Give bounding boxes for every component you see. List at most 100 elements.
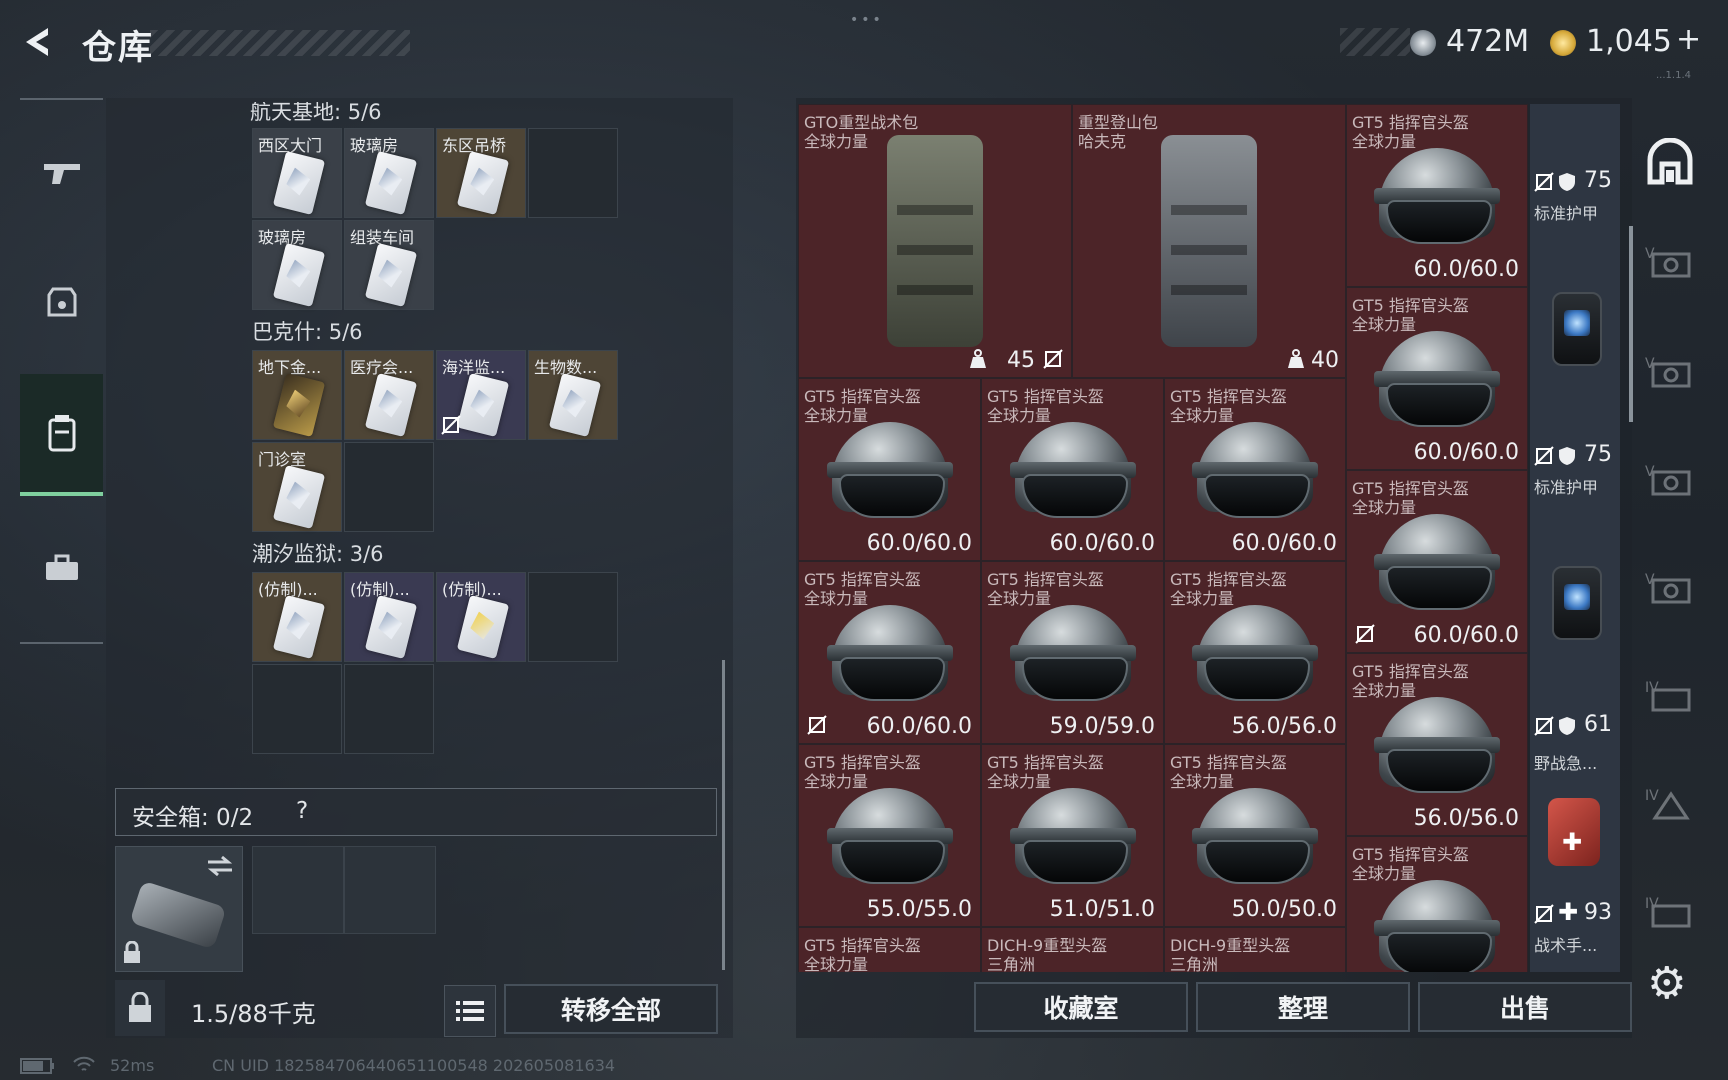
page-title: 仓库	[82, 28, 154, 68]
keycard-slot[interactable]: 地下金...	[252, 350, 342, 440]
transfer-all-button[interactable]: 转移全部	[504, 984, 718, 1034]
helmet-item[interactable]: GT5 指挥官头盔 全球力量 50.0/50.0	[1164, 744, 1346, 927]
list-view-button[interactable]	[444, 985, 496, 1037]
sort-button[interactable]: 整理	[1196, 982, 1410, 1032]
container-scrollbar[interactable]	[1629, 226, 1633, 422]
keycard-slot[interactable]: 东区吊桥	[436, 128, 526, 218]
empty-slot[interactable]	[344, 664, 434, 754]
svg-text:IV: IV	[1645, 788, 1659, 804]
helmet-item[interactable]: GT5 指挥官头盔 全球力量 60.0/60.0	[798, 561, 981, 744]
section-label-tidal-prison: 潮汐监狱: 3/6	[252, 542, 384, 566]
keycard-slot[interactable]: (仿制)...	[344, 572, 434, 662]
keycard-slot[interactable]: 门诊室	[252, 442, 342, 532]
tab-stash-5-icon[interactable]: V	[1645, 242, 1695, 292]
empty-slot[interactable]	[528, 128, 618, 218]
tab-stash-5d-icon[interactable]: V	[1645, 568, 1695, 618]
weight-icon	[970, 349, 986, 368]
helmet-item[interactable]: GT5 指挥官头盔 全球力量 59.0/59.0	[981, 561, 1164, 744]
armor-item[interactable]: 75 标准护甲	[1530, 104, 1620, 286]
tab-stash-4c-icon[interactable]: IV	[1645, 892, 1695, 942]
weight-lock-button[interactable]	[115, 980, 165, 1036]
safe-slot[interactable]	[344, 846, 436, 934]
menu-dots[interactable]: •••	[850, 12, 884, 28]
helmet-item[interactable]: GT5 指挥官头盔 全球力量 51.0/51.0	[981, 744, 1164, 927]
backpack-item[interactable]: 重型登山包 哈夫克 40	[1072, 104, 1346, 378]
coin-gold-icon	[1550, 30, 1576, 56]
helmet-item[interactable]: GT5 指挥官头盔 全球力量 60.0/60.0	[981, 378, 1164, 561]
helmet-icon	[1374, 879, 1500, 972]
collection-room-button[interactable]: 收藏室	[974, 982, 1188, 1032]
shield-icon	[1559, 717, 1575, 735]
helmet-item[interactable]: GT5 指挥官头盔 全球力量 60.0/60.0	[1346, 470, 1528, 653]
helmet-item[interactable]: DICH-9重型头盔 三角洲	[1164, 927, 1346, 972]
helmet-item[interactable]: GT5 指挥官头盔 全球力量 60.0/60.0	[798, 378, 981, 561]
add-currency-button[interactable]: +	[1676, 22, 1701, 57]
keycard-slot[interactable]: 生物数...	[528, 350, 618, 440]
lock-icon	[129, 992, 151, 1022]
keycard-slot[interactable]: (仿制)...	[252, 572, 342, 662]
nav-case[interactable]	[20, 508, 103, 628]
helmet-icon	[1374, 513, 1500, 624]
armor-item[interactable]: 标准护甲	[1530, 468, 1620, 650]
list-icon	[456, 1001, 484, 1021]
helmet-item[interactable]: GT5 指挥官头盔 全球力量 56.0/56.0	[1164, 561, 1346, 744]
tab-stash-4b-icon[interactable]: IV	[1645, 784, 1695, 834]
tab-stash-4-icon[interactable]: IV	[1645, 676, 1695, 726]
helmet-item[interactable]: DICH-9重型头盔 三角洲	[981, 927, 1164, 972]
coin-silver-icon	[1410, 30, 1436, 56]
keycard-slot[interactable]: (仿制)...	[436, 572, 526, 662]
medkit-item[interactable]: ✚ 93 战术手...	[1530, 790, 1620, 972]
safe-case-icon	[129, 880, 227, 950]
sell-button[interactable]: 出售	[1418, 982, 1632, 1032]
helmet-item[interactable]: GT5 指挥官头盔 全球力量	[798, 927, 981, 972]
helmet-item[interactable]: GT5 指挥官头盔 全球力量	[1346, 836, 1528, 972]
helmet-icon	[1192, 787, 1318, 898]
helmet-icon	[1374, 147, 1500, 258]
helmet-item[interactable]: GT5 指挥官头盔 全球力量 60.0/60.0	[1346, 287, 1528, 470]
heal-icon: ✚	[1558, 898, 1579, 926]
safe-case-slot[interactable]	[115, 846, 243, 972]
helmet-item[interactable]: GT5 指挥官头盔 全球力量 60.0/60.0	[1346, 104, 1528, 287]
tab-stash-5b-icon[interactable]: V	[1645, 352, 1695, 402]
no-trade-icon	[1534, 904, 1554, 924]
help-icon[interactable]: ?	[296, 798, 308, 824]
helmet-icon	[1009, 421, 1136, 532]
nav-weapons[interactable]	[20, 112, 103, 232]
tab-stash-5c-icon[interactable]: V	[1645, 460, 1695, 510]
empty-slot[interactable]	[528, 572, 618, 662]
warehouse-tab-icon[interactable]	[1646, 138, 1694, 186]
empty-slot[interactable]	[252, 664, 342, 754]
back-arrow-icon[interactable]	[18, 22, 58, 62]
nav-equipment[interactable]	[20, 242, 103, 362]
settings-gear-icon[interactable]: ⚙	[1647, 962, 1691, 1006]
status-bar: 52ms CN UID 1825847064406511005​48 20260…	[0, 1048, 1728, 1080]
ping-text: 52ms	[110, 1056, 155, 1075]
armor-item[interactable]: 75	[1530, 286, 1620, 468]
swap-icon[interactable]	[206, 855, 234, 877]
helmet-icon	[1192, 421, 1318, 532]
backpack-item[interactable]: GTO重型战术包 全球力量 45	[798, 104, 1072, 378]
no-trade-icon	[441, 415, 461, 435]
keycard-slot[interactable]: 西区大门	[252, 128, 342, 218]
nav-backpack[interactable]	[20, 374, 103, 496]
helmet-item[interactable]: GT5 指挥官头盔 全球力量 56.0/56.0	[1346, 653, 1528, 836]
keycard-slot[interactable]: 海洋监...	[436, 350, 526, 440]
helmet-item[interactable]: GT5 指挥官头盔 全球力量 60.0/60.0	[1164, 378, 1346, 561]
keycard-slot[interactable]: 玻璃房	[344, 128, 434, 218]
empty-slot[interactable]	[344, 442, 434, 532]
keycard-slot[interactable]: 医疗会...	[344, 350, 434, 440]
safe-slot[interactable]	[252, 846, 344, 934]
keycard-slot[interactable]: 玻璃房	[252, 220, 342, 310]
gun-icon	[43, 164, 80, 184]
helmet-icon	[1009, 604, 1136, 715]
helmet-item[interactable]: GT5 指挥官头盔 全球力量 55.0/55.0	[798, 744, 981, 927]
helmet-icon	[1374, 696, 1500, 807]
helmet-icon	[826, 787, 953, 898]
shield-icon	[1559, 447, 1575, 465]
armor-icon	[1552, 292, 1602, 366]
currency-gold-amount: 1,045	[1586, 24, 1672, 59]
stash-scrollbar[interactable]	[722, 660, 725, 970]
section-label-bakshi: 巴克什: 5/6	[252, 320, 363, 344]
keycard-slot[interactable]: 组装车间	[344, 220, 434, 310]
battery-icon	[20, 1058, 54, 1074]
